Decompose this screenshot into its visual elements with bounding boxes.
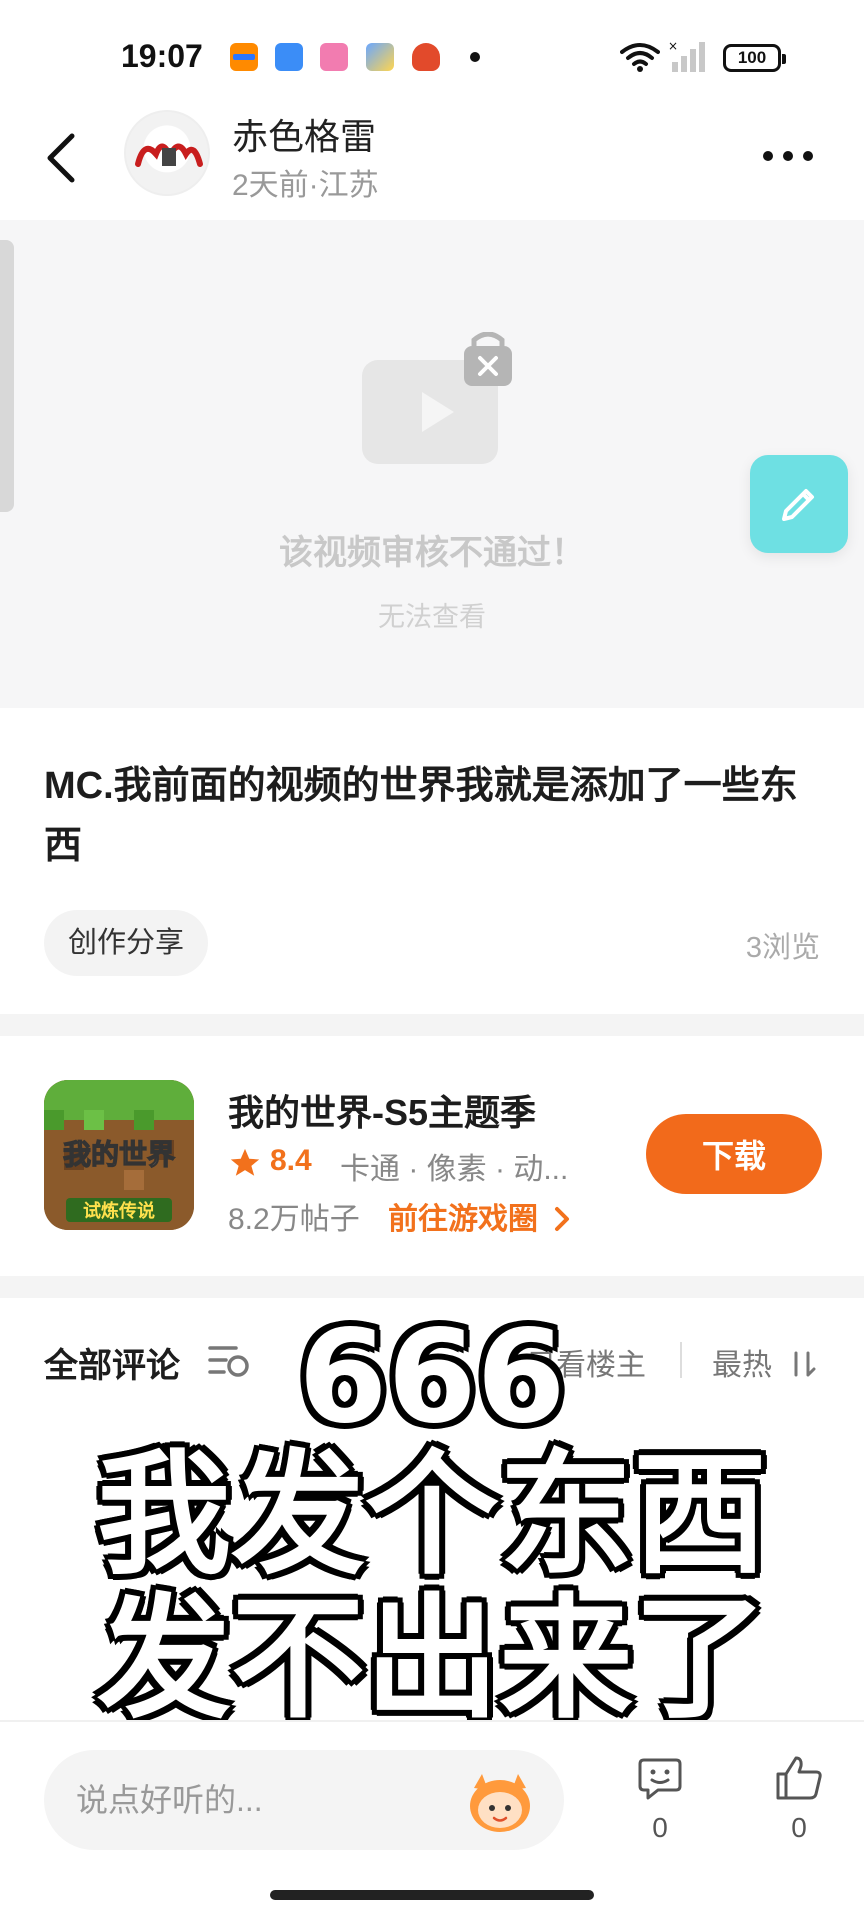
notification-app-icon [275,43,303,71]
notification-app-icon [412,43,440,71]
video-blocked-subtitle: 无法查看 [378,602,486,632]
minecraft-icon: 我的世界 试炼传说 [44,1080,194,1230]
avatar[interactable] [124,110,210,196]
download-button[interactable]: 下载 [646,1114,822,1194]
signal-icon: × [668,40,705,72]
svg-text:试炼传说: 试炼传说 [83,1200,155,1222]
overlay-caption-line: 我发个东西 [96,1437,767,1593]
notification-app-icon [230,43,258,71]
reply-count: 0 [652,1812,668,1843]
post-title: MC.我前面的视频的世界我就是添加了一些东西 [44,765,798,867]
edit-post-button[interactable] [750,455,848,553]
back-icon[interactable] [40,128,86,188]
home-indicator [270,1890,594,1900]
wifi-icon [620,43,660,72]
status-time: 19:07 [121,38,203,74]
author-name[interactable]: 赤色格雷 [232,108,376,160]
game-link-label: 前往游戏圈 [388,1203,538,1236]
like-count: 0 [791,1812,807,1843]
section-divider [0,1014,864,1036]
view-count: 3浏览 [745,932,820,964]
lock-video-icon [362,332,512,464]
go-to-game-circle-link[interactable]: 前往游戏圈 [388,1194,572,1238]
author-meta: 2天前·江苏 [232,169,379,202]
mascot-emoji-icon[interactable] [462,1768,538,1834]
overlay-caption-line: 发不出来了 [96,1581,767,1737]
chevron-right-icon [555,1207,570,1231]
overlay-caption-line: 666 [298,1303,566,1452]
pen-icon [782,489,814,521]
reply-icon[interactable] [636,1754,684,1802]
more-icon[interactable] [760,148,816,164]
game-icon[interactable]: 我的世界 试炼传说 [44,1080,194,1230]
more-notifications-dot [470,52,480,62]
star-icon [230,1148,260,1176]
video-blocked-title: 该视频审核不通过！ [279,534,585,572]
svg-text:我的世界: 我的世界 [63,1138,175,1171]
thumbs-up-icon[interactable] [774,1754,824,1802]
status-bar: 19:07 × 100 [0,0,864,110]
section-divider [0,1276,864,1298]
battery-icon: 100 [723,44,786,72]
notification-app-icon [320,43,348,71]
game-tags: 卡通 · 像素 · 动... [340,1153,569,1186]
game-post-count: 8.2万帖子 [228,1203,360,1236]
topic-tag[interactable]: 创作分享 [44,910,209,976]
notification-app-icon [366,43,394,71]
game-rating: 8.4 [270,1144,312,1177]
avatar-logo-icon [135,143,203,167]
post-header: 赤色格雷 2天前·江苏 [0,100,864,220]
svg-text:×: × [668,40,678,53]
side-drawer-handle[interactable] [0,240,14,512]
game-name[interactable]: 我的世界-S5主题季 [228,1084,536,1136]
